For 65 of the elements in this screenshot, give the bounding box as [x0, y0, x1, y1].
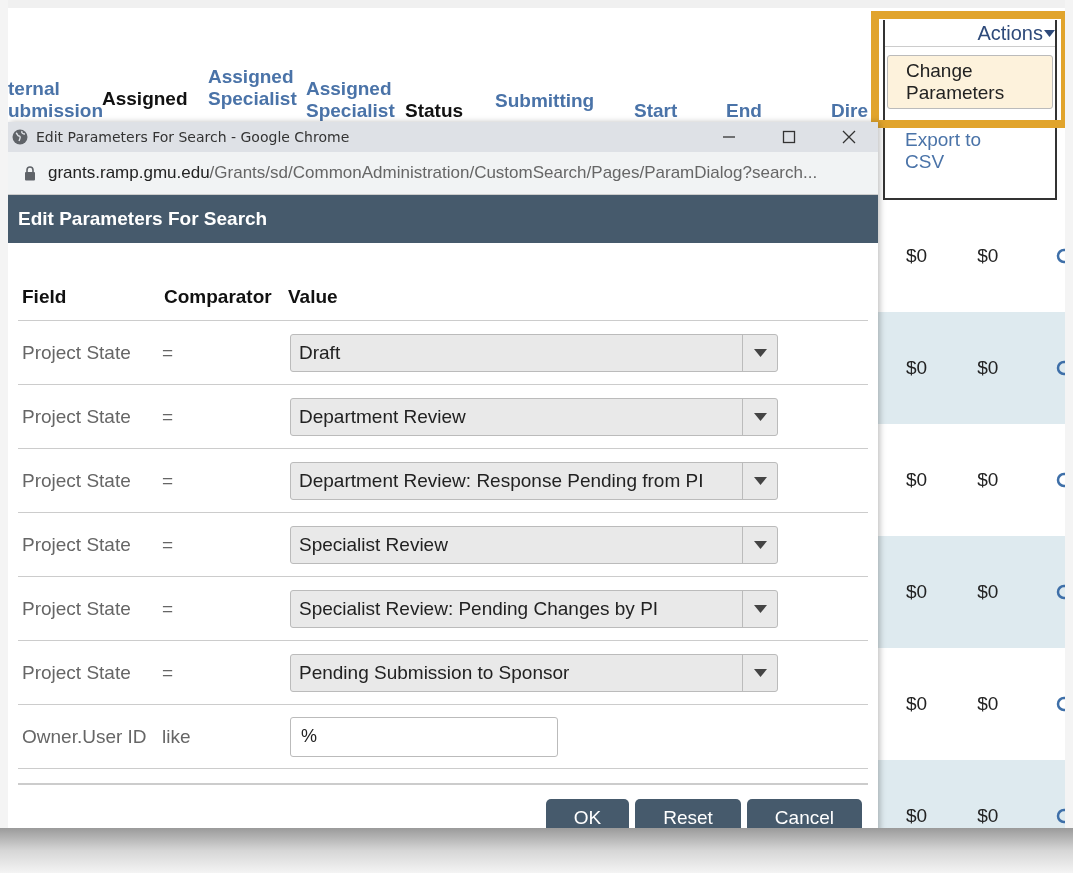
table-cell: $0 [906, 357, 928, 379]
caret-icon [1044, 29, 1055, 37]
comparator-label: = [162, 533, 175, 556]
column-header: Status [405, 100, 465, 122]
window-title: Edit Parameters For Search - Google Chrome [36, 129, 350, 145]
comparator-label: = [162, 597, 175, 620]
comparator-label: = [162, 661, 175, 684]
table-cell: $0 [906, 693, 928, 715]
table-cell: $0 [977, 357, 999, 379]
table-cell: $0 [977, 245, 999, 267]
menu-item[interactable]: Export to CSV [887, 121, 1043, 181]
value-dropdown[interactable]: Specialist Review [290, 525, 778, 564]
table-cell: $0 [906, 581, 928, 603]
dialog-button[interactable]: OK [545, 799, 630, 828]
dialog-title: Edit Parameters For Search [18, 208, 268, 230]
field-label: Owner.User ID [21, 725, 148, 748]
address-bar[interactable]: grants.ramp.gmu.edu/Grants/sd/CommonAdministration/CustomSearch/Pages/ParamDialog?search... [8, 152, 878, 195]
table-cell: $0 [977, 805, 999, 827]
table-cell: $0 [906, 469, 928, 491]
dialog-button[interactable]: Cancel [746, 799, 862, 828]
field-label: Project State [21, 533, 132, 556]
value-dropdown[interactable]: Specialist Review: Pending Changes by PI [290, 589, 778, 628]
caret-icon [753, 540, 767, 549]
table-cell: $0 [906, 245, 928, 267]
table-cell: $0 [977, 469, 999, 491]
column-header: Value [288, 286, 338, 308]
comparator-label: = [162, 469, 175, 492]
value-field[interactable]: % [290, 716, 558, 757]
table-cell: $0 [977, 693, 999, 715]
caret-icon [753, 604, 767, 613]
field-label: Project State [21, 597, 132, 620]
field-label: Project State [21, 469, 132, 492]
column-header: Assigned [102, 88, 189, 111]
value-dropdown[interactable]: Department Review: Response Pending from PI [290, 461, 778, 500]
table-cell: $0 [906, 805, 928, 827]
menu-item[interactable]: Change Parameters [887, 55, 1053, 109]
column-header[interactable]: Assigned Specialist [306, 78, 405, 122]
url-text: grants.ramp.gmu.edu/Grants/sd/CommonAdministration/CustomSearch/Pages/ParamDialog?search... [48, 163, 818, 183]
caret-icon [753, 668, 767, 677]
caret-icon [753, 348, 767, 357]
comparator-label: = [162, 341, 175, 364]
value-dropdown[interactable]: Department Review [290, 397, 778, 436]
caret-icon [753, 412, 767, 421]
field-label: Project State [21, 661, 132, 684]
column-header: Field [21, 286, 68, 308]
field-label: Project State [21, 341, 132, 364]
lock-icon [24, 165, 36, 181]
column-header[interactable]: Start [634, 100, 726, 122]
column-header[interactable]: End [726, 100, 831, 122]
comparator-label: = [162, 405, 175, 428]
value-dropdown[interactable]: Pending Submission to Sponsor [290, 653, 778, 692]
field-label: Project State [21, 405, 132, 428]
column-header: Comparator [164, 286, 273, 308]
actions-button[interactable]: Actions [885, 20, 1055, 47]
dialog-button[interactable]: Reset [635, 799, 741, 828]
value-dropdown[interactable]: Draft [290, 333, 778, 372]
maximize-icon[interactable] [782, 130, 796, 144]
close-icon[interactable] [842, 130, 856, 144]
column-header[interactable]: Assigned Specialist [208, 66, 306, 122]
column-header[interactable]: ternal ubmission [8, 78, 102, 122]
comparator-label: like [162, 725, 192, 748]
caret-icon [753, 476, 767, 485]
table-cell: $0 [977, 581, 999, 603]
globe-icon [12, 129, 28, 145]
column-header[interactable]: Submitting [495, 90, 634, 122]
